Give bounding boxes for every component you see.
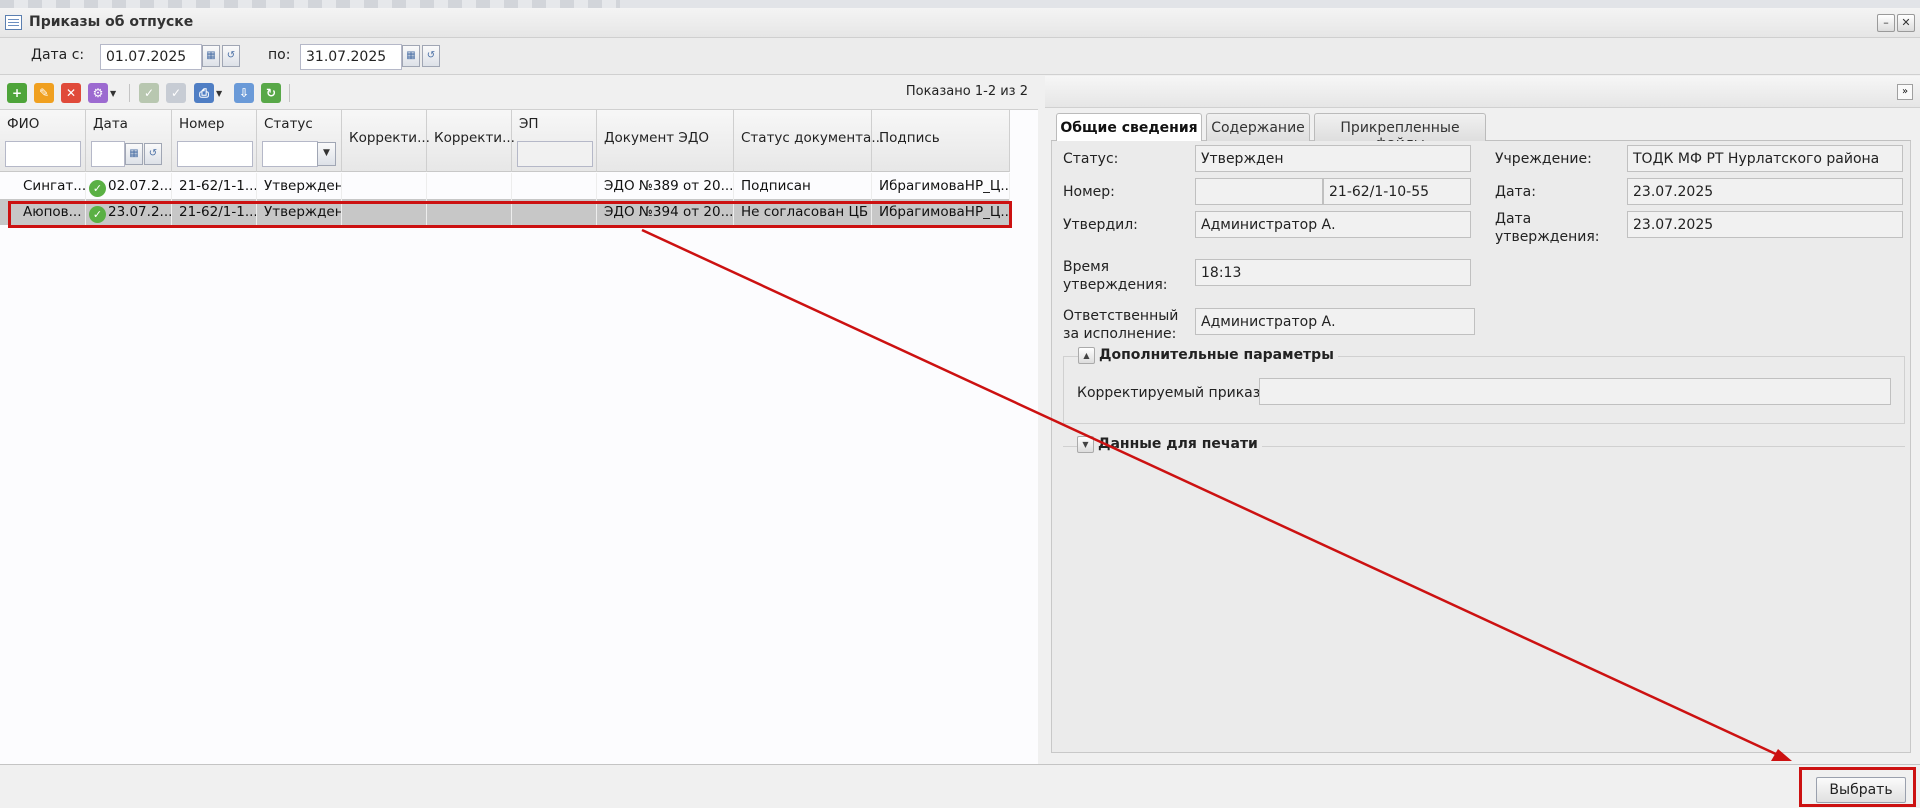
arrow-head xyxy=(1771,749,1792,761)
orders-window: Приказы об отпуске – ✕ Дата с: 01.07.202… xyxy=(0,0,1920,808)
annotation-arrow xyxy=(641,228,1792,761)
arrow-line xyxy=(641,228,1779,757)
